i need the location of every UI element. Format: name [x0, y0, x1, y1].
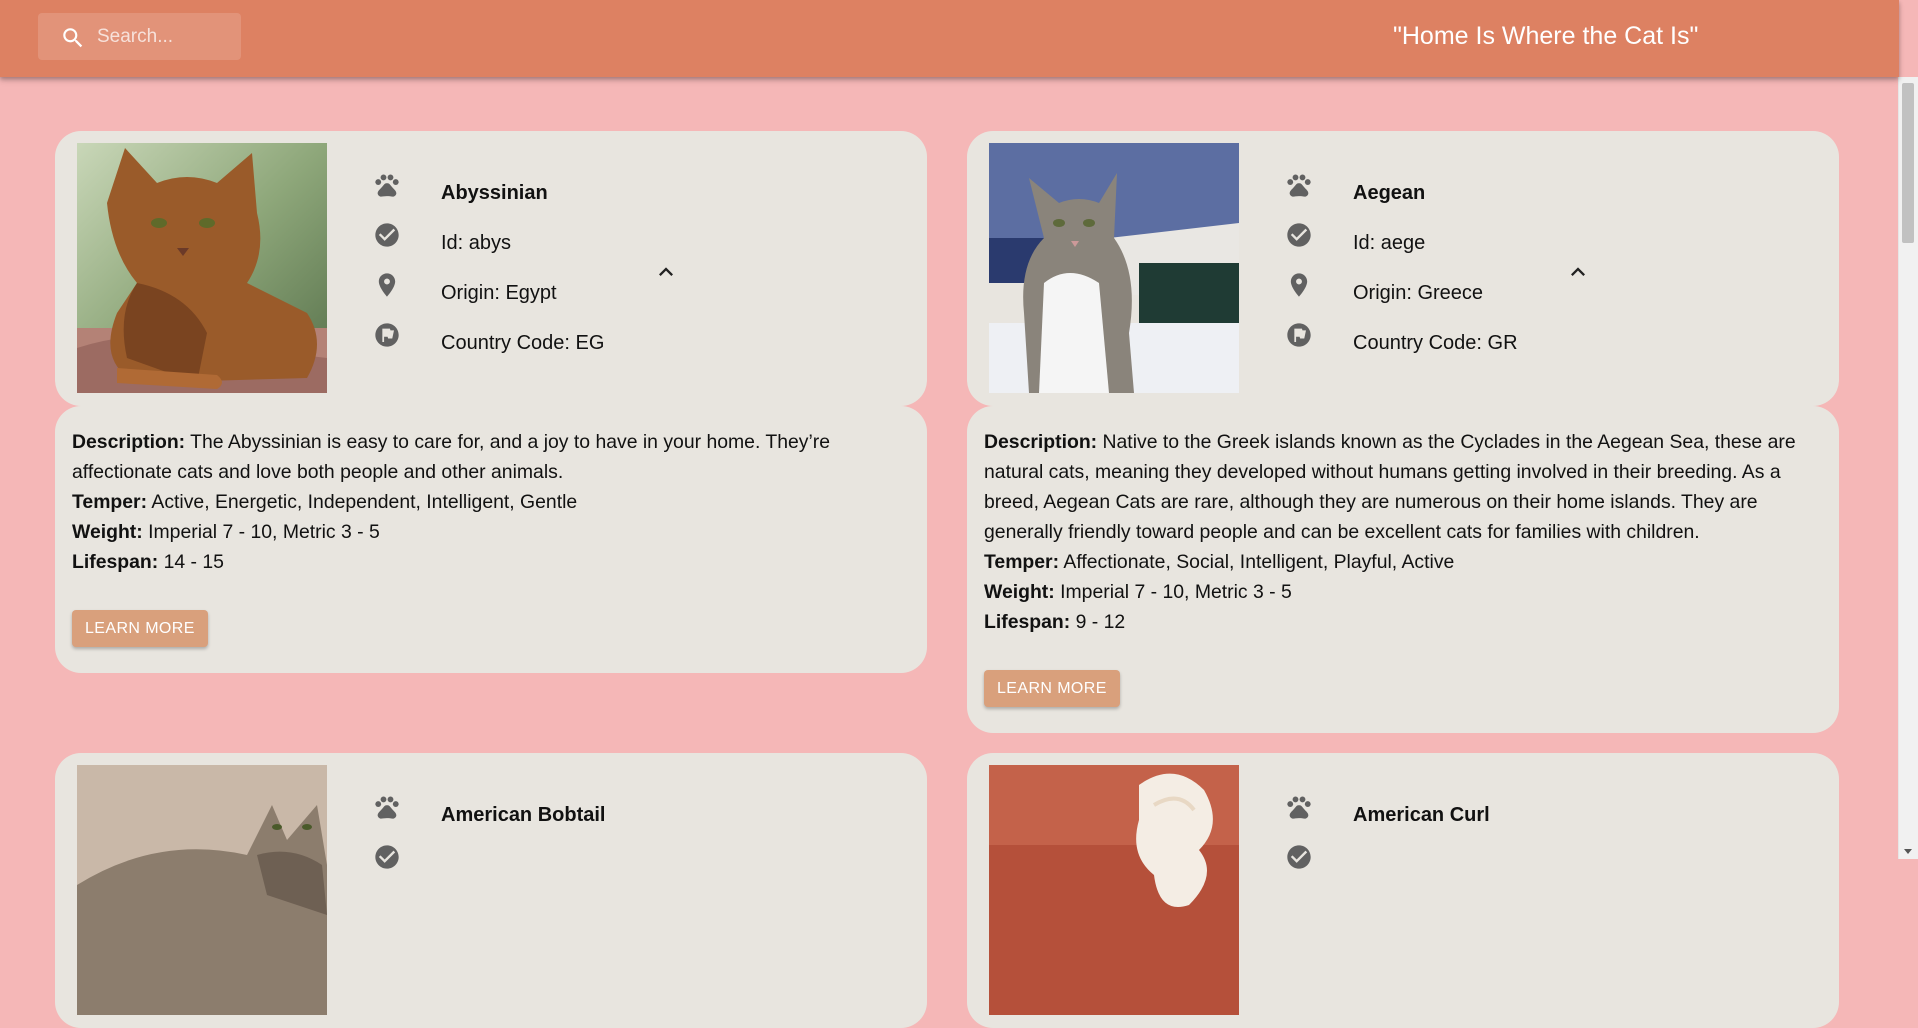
breed-origin: Origin: Greece — [1353, 282, 1484, 304]
search-icon — [63, 28, 83, 48]
check-circle-icon — [373, 843, 401, 871]
location-pin-icon — [373, 271, 401, 299]
chevron-up-icon[interactable] — [652, 258, 680, 286]
breed-card-american-curl: American Curl — [967, 753, 1839, 1028]
lifespan-row: Lifespan: 9 - 12 — [984, 611, 1126, 633]
breed-name: American Bobtail — [441, 804, 606, 826]
check-circle-icon — [373, 221, 401, 249]
weight-row: Weight: Imperial 7 - 10, Metric 3 - 5 — [984, 581, 1292, 603]
temper-row: Temper: Affectionate, Social, Intelligen… — [984, 551, 1455, 573]
breed-photo — [77, 765, 327, 1015]
breed-details-abyssinian: Description: The Abyssinian is easy to c… — [55, 406, 927, 673]
paw-icon — [373, 793, 401, 821]
page-tagline: "Home Is Where the Cat Is" — [1393, 22, 1699, 50]
learn-more-button[interactable]: LEARN MORE — [72, 610, 208, 647]
breed-origin: Origin: Egypt — [441, 282, 557, 304]
check-circle-icon — [1285, 221, 1313, 249]
lifespan-row: Lifespan: 14 - 15 — [72, 551, 224, 573]
breed-card-american-bobtail: American Bobtail — [55, 753, 927, 1028]
flag-circle-icon — [373, 321, 401, 349]
breed-country-code: Country Code: GR — [1353, 332, 1518, 354]
breed-card-abyssinian: Abyssinian Id: abys Origin: Egypt Countr… — [55, 131, 927, 406]
breed-details-text: Description: Native to the Greek islands… — [984, 427, 1824, 637]
weight-row: Weight: Imperial 7 - 10, Metric 3 - 5 — [72, 521, 380, 543]
search-box[interactable] — [38, 13, 241, 60]
breed-country-code: Country Code: EG — [441, 332, 605, 354]
search-input[interactable] — [97, 13, 237, 60]
description-row: Description: The Abyssinian is easy to c… — [72, 431, 831, 483]
breed-id: Id: aege — [1353, 232, 1426, 254]
description-row: Description: Native to the Greek islands… — [984, 431, 1796, 543]
breed-photo — [77, 143, 327, 393]
paw-icon — [1285, 171, 1313, 199]
paw-icon — [373, 171, 401, 199]
breed-photo — [989, 765, 1239, 1015]
temper-row: Temper: Active, Energetic, Independent, … — [72, 491, 578, 513]
paw-icon — [1285, 793, 1313, 821]
breed-card-aegean: Aegean Id: aege Origin: Greece Country C… — [967, 131, 1839, 406]
app-bar: "Home Is Where the Cat Is" — [0, 0, 1899, 77]
breed-photo — [989, 143, 1239, 393]
breed-details-text: Description: The Abyssinian is easy to c… — [72, 427, 912, 577]
scroll-down-arrow-icon[interactable] — [1904, 849, 1912, 854]
scrollbar-thumb[interactable] — [1902, 83, 1914, 243]
breed-details-aegean: Description: Native to the Greek islands… — [967, 406, 1839, 733]
breed-name: American Curl — [1353, 804, 1490, 826]
learn-more-button[interactable]: LEARN MORE — [984, 670, 1120, 707]
flag-circle-icon — [1285, 321, 1313, 349]
breed-name: Abyssinian — [441, 182, 548, 204]
chevron-up-icon[interactable] — [1564, 258, 1592, 286]
breed-name: Aegean — [1353, 182, 1426, 204]
page-scrollbar[interactable] — [1898, 77, 1918, 859]
breed-id: Id: abys — [441, 232, 512, 254]
location-pin-icon — [1285, 271, 1313, 299]
check-circle-icon — [1285, 843, 1313, 871]
